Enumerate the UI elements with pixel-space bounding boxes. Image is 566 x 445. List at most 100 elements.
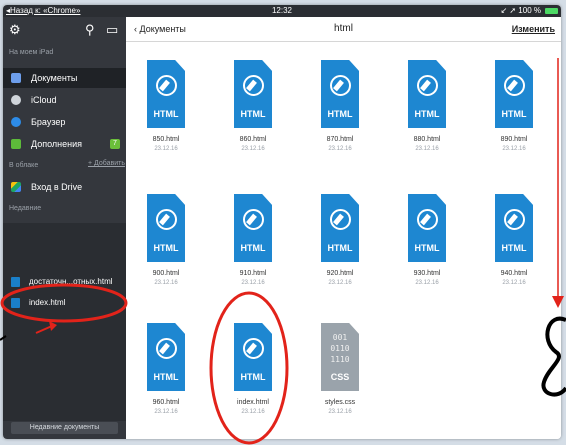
file-date: 23.12.16 xyxy=(154,280,178,286)
folder-title: html xyxy=(334,23,353,34)
gear-icon[interactable]: ⚙ xyxy=(9,23,21,37)
file-date: 23.12.16 xyxy=(328,409,352,415)
file-name: index.html xyxy=(237,399,269,406)
html-file-icon: HTML xyxy=(234,323,272,391)
html-file-icon: HTML xyxy=(495,60,533,128)
recent-item[interactable]: достаточн...отных.html xyxy=(3,272,126,292)
file-type-label: HTML xyxy=(240,243,266,253)
file-type-label: HTML xyxy=(153,243,179,253)
file-item[interactable]: HTML 910.html 23.12.16 xyxy=(217,194,281,304)
sidebar-item-label: Дополнения xyxy=(31,139,82,149)
sidebar-item-documents[interactable]: Документы xyxy=(3,68,126,88)
file-browser: ‹ Документы html Изменить HTML 850.html 23… xyxy=(126,17,561,439)
app-window: ◂Назад к: «Chrome» 12:32 ↙ ➚ 100 % ⚙ ⚲ ▭… xyxy=(3,5,561,439)
search-icon[interactable]: ⚲ xyxy=(85,23,95,37)
binary-line: 0110 xyxy=(330,344,350,353)
html-file-icon: HTML xyxy=(495,194,533,262)
edit-button[interactable]: Изменить xyxy=(512,17,555,41)
file-date: 23.12.16 xyxy=(328,146,352,152)
file-item[interactable]: HTML 880.html 23.12.16 xyxy=(391,60,455,170)
binary-line: 1110 xyxy=(330,355,350,364)
html-file-icon: HTML xyxy=(321,60,359,128)
file-name: 940.html xyxy=(500,270,528,277)
file-type-label: HTML xyxy=(153,372,179,382)
html-file-icon: HTML xyxy=(408,194,446,262)
file-date: 23.12.16 xyxy=(502,280,526,286)
file-date: 23.12.16 xyxy=(415,280,439,286)
file-type-label: HTML xyxy=(414,243,440,253)
section-on-ipad: На моем iPad xyxy=(9,49,54,56)
file-name: 860.html xyxy=(239,136,267,143)
file-name: 890.html xyxy=(500,136,528,143)
html-file-icon: HTML xyxy=(321,194,359,262)
nav-bar: ‹ Документы html Изменить xyxy=(126,17,561,42)
compass-icon xyxy=(11,117,21,127)
file-type-label: CSS xyxy=(330,372,350,382)
file-name: 880.html xyxy=(413,136,441,143)
battery-icon xyxy=(545,8,558,14)
file-item[interactable]: HTML 930.html 23.12.16 xyxy=(391,194,455,304)
sidebar-item-icloud[interactable]: iCloud xyxy=(3,90,126,110)
document-icon xyxy=(11,73,21,83)
file-name: 900.html xyxy=(152,270,180,277)
recent-item[interactable]: index.html xyxy=(3,293,126,313)
file-type-label: HTML xyxy=(501,109,527,119)
file-type-label: HTML xyxy=(240,372,266,382)
file-type-label: HTML xyxy=(153,109,179,119)
file-type-label: HTML xyxy=(501,243,527,253)
sidebar-item-drive[interactable]: Вход в Drive xyxy=(3,177,126,197)
html-file-icon: HTML xyxy=(234,194,272,262)
file-date: 23.12.16 xyxy=(241,409,265,415)
file-type-label: HTML xyxy=(414,109,440,119)
file-date: 23.12.16 xyxy=(154,146,178,152)
file-name: 870.html xyxy=(326,136,354,143)
css-file-icon: 001 0110 1110 CSS xyxy=(321,323,359,391)
section-in-cloud: В облаке xyxy=(9,162,39,169)
status-indicators: ↙ ➚ 100 % xyxy=(500,6,541,15)
html-file-icon: HTML xyxy=(147,60,185,128)
file-date: 23.12.16 xyxy=(415,146,439,152)
recent-documents-button[interactable]: Недавние документы xyxy=(11,422,118,434)
status-time: 12:32 xyxy=(271,6,293,15)
file-item[interactable]: HTML 890.html 23.12.16 xyxy=(478,60,542,170)
file-item[interactable]: HTML 900.html 23.12.16 xyxy=(130,194,194,304)
html-file-icon: HTML xyxy=(147,323,185,391)
recent-panel: достаточн...отных.html index.html xyxy=(3,223,126,421)
sidebar: ⚙ ⚲ ▭ На моем iPad Документы iCloud Брау… xyxy=(3,17,126,439)
file-type-label: HTML xyxy=(240,109,266,119)
file-item[interactable]: HTML 860.html 23.12.16 xyxy=(217,60,281,170)
sidebar-item-addons[interactable]: Дополнения 7 xyxy=(3,134,126,154)
html-file-icon: HTML xyxy=(408,60,446,128)
file-item[interactable]: HTML 940.html 23.12.16 xyxy=(478,194,542,304)
recent-item-label: достаточн...отных.html xyxy=(29,277,113,286)
html-file-icon: HTML xyxy=(147,194,185,262)
binary-line: 001 xyxy=(332,333,348,342)
status-bar: ◂Назад к: «Chrome» 12:32 ↙ ➚ 100 % xyxy=(3,5,561,17)
addons-badge: 7 xyxy=(110,139,120,149)
file-date: 23.12.16 xyxy=(502,146,526,152)
file-name: 850.html xyxy=(152,136,180,143)
sidebar-item-label: Документы xyxy=(31,73,78,83)
file-item[interactable]: HTML index.html 23.12.16 xyxy=(217,323,281,433)
file-date: 23.12.16 xyxy=(328,280,352,286)
file-item[interactable]: HTML 850.html 23.12.16 xyxy=(130,60,194,170)
html-file-icon xyxy=(11,277,20,287)
html-file-icon xyxy=(11,298,20,308)
file-item[interactable]: HTML 920.html 23.12.16 xyxy=(304,194,368,304)
file-item[interactable]: 001 0110 1110 CSS styles.css 23.12.16 xyxy=(304,323,368,433)
file-type-label: HTML xyxy=(327,109,353,119)
file-item[interactable]: HTML 870.html 23.12.16 xyxy=(304,60,368,170)
add-cloud-link[interactable]: + Добавить xyxy=(88,160,125,167)
drive-icon xyxy=(11,182,21,192)
file-date: 23.12.16 xyxy=(241,146,265,152)
sidebar-item-label: iCloud xyxy=(31,95,57,105)
file-type-label: HTML xyxy=(327,243,353,253)
file-name: 920.html xyxy=(326,270,354,277)
sidebar-item-browser[interactable]: Браузер xyxy=(3,112,126,132)
sidebar-item-label: Браузер xyxy=(31,117,66,127)
file-name: 960.html xyxy=(152,399,180,406)
file-date: 23.12.16 xyxy=(154,409,178,415)
folder-icon[interactable]: ▭ xyxy=(106,23,118,37)
file-date: 23.12.16 xyxy=(241,280,265,286)
file-item[interactable]: HTML 960.html 23.12.16 xyxy=(130,323,194,433)
